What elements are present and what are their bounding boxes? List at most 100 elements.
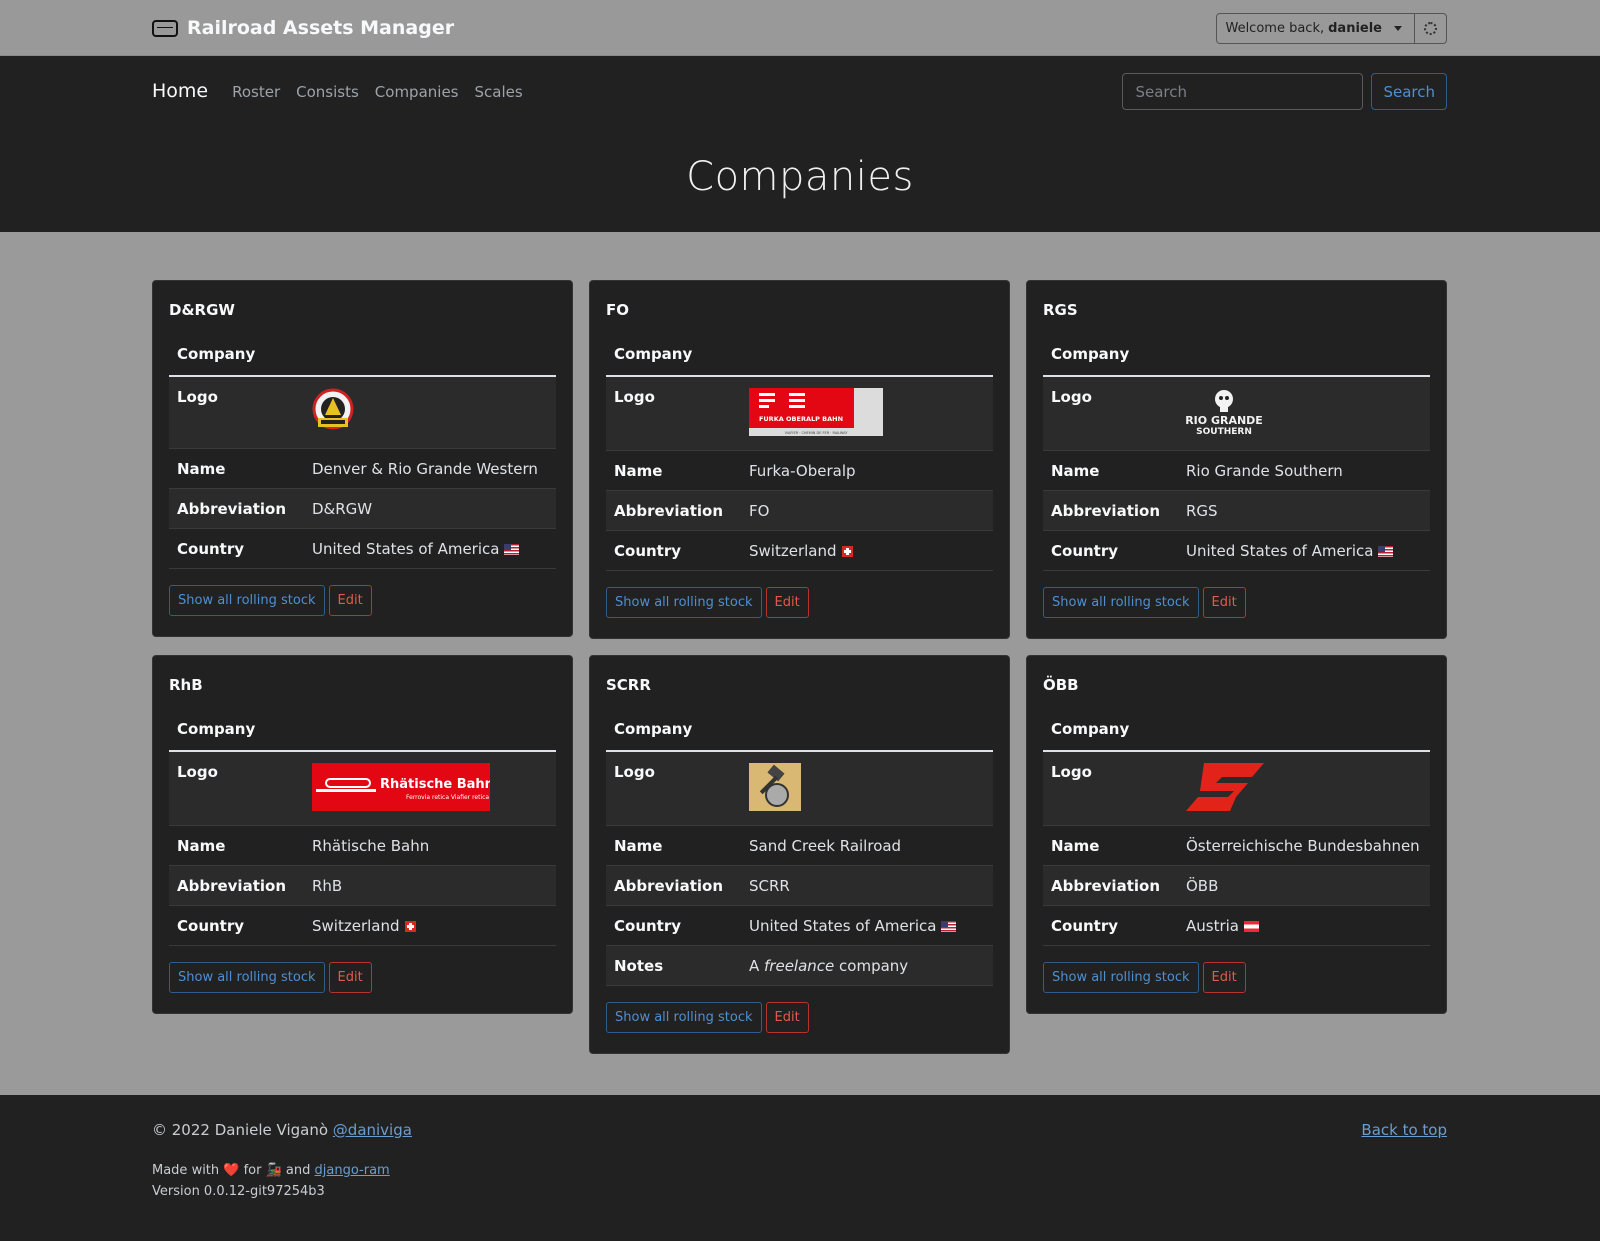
logo-cell <box>1178 751 1430 826</box>
name-label: Name <box>169 448 304 489</box>
company-table: Company Logo Name Österreichische Bundesb… <box>1043 720 1430 946</box>
table-header: Company <box>1043 720 1430 752</box>
abbreviation-value: SCRR <box>741 865 993 906</box>
show-rolling-stock-button[interactable]: Show all rolling stock <box>169 962 325 993</box>
country-value: Switzerland <box>749 542 837 560</box>
abbreviation-value: ÖBB <box>1178 865 1430 906</box>
country-label: Country <box>1043 905 1178 946</box>
show-rolling-stock-button[interactable]: Show all rolling stock <box>1043 962 1199 993</box>
country-value: United States of America <box>749 917 937 935</box>
card-title: RhB <box>169 676 203 694</box>
edit-button[interactable]: Edit <box>328 962 372 993</box>
notes-value: A freelance company <box>741 945 993 986</box>
rgs-logo-sub: SOUTHERN <box>1196 427 1252 436</box>
search-button[interactable]: Search <box>1371 73 1447 110</box>
abbreviation-value: D&RGW <box>304 488 556 529</box>
welcome-text: Welcome back, <box>1225 21 1325 36</box>
back-to-top-link[interactable]: Back to top <box>1361 1121 1447 1139</box>
notes-post: company <box>834 957 909 975</box>
country-label: Country <box>1043 530 1178 571</box>
logo-label: Logo <box>169 751 304 826</box>
logo-label: Logo <box>1043 376 1178 451</box>
logo-cell <box>304 376 556 449</box>
ch-flag-icon <box>404 921 416 932</box>
country-cell: United States of America <box>304 528 556 569</box>
name-value: Rhätische Bahn <box>304 825 556 866</box>
country-value: United States of America <box>312 540 500 558</box>
country-cell: United States of America <box>741 905 993 946</box>
notes-pre: A <box>749 957 765 975</box>
table-header: Company <box>169 720 556 752</box>
rgs-logo: RIO GRANDE SOUTHERN <box>1185 390 1263 437</box>
copyright: © 2022 Daniele Viganò @daniviga <box>152 1121 412 1139</box>
name-label: Name <box>606 825 741 866</box>
django-ram-link[interactable]: django-ram <box>315 1163 390 1178</box>
nav-roster[interactable]: Roster <box>232 83 280 101</box>
ch-flag-icon <box>841 546 853 557</box>
nav-scales[interactable]: Scales <box>475 83 523 101</box>
made-and: and <box>281 1163 315 1178</box>
abbreviation-label: Abbreviation <box>1043 865 1178 906</box>
table-header: Company <box>606 720 993 752</box>
edit-button[interactable]: Edit <box>765 1002 809 1033</box>
rhb-logo-sub: Ferrovia retica Viafier retica <box>406 794 489 801</box>
card-title: ÖBB <box>1043 676 1079 694</box>
card-title: SCRR <box>606 676 651 694</box>
edit-button[interactable]: Edit <box>1202 962 1246 993</box>
abbreviation-label: Abbreviation <box>606 490 741 531</box>
made-pre: Made with <box>152 1163 224 1178</box>
app-title: Railroad Assets Manager <box>187 17 455 39</box>
us-flag-icon <box>941 921 957 932</box>
logo-label: Logo <box>1043 751 1178 826</box>
country-value: Austria <box>1186 917 1239 935</box>
edit-button[interactable]: Edit <box>328 585 372 616</box>
card-title: RGS <box>1043 301 1078 319</box>
page-title: Companies <box>686 154 914 200</box>
show-rolling-stock-button[interactable]: Show all rolling stock <box>1043 587 1199 618</box>
footer: © 2022 Daniele Viganò @daniviga Back to … <box>0 1095 1600 1241</box>
country-label: Country <box>606 530 741 571</box>
abbreviation-value: RGS <box>1178 490 1430 531</box>
abbreviation-label: Abbreviation <box>606 865 741 906</box>
ticket-icon <box>152 19 178 37</box>
edit-button[interactable]: Edit <box>765 587 809 618</box>
fo-logo-text: FURKA OBERALP BAHN <box>759 415 843 423</box>
fo-logo: FURKA OBERALP BAHN VIAFIER · CHEMIN DE F… <box>749 388 883 436</box>
name-value: Denver & Rio Grande Western <box>304 448 556 489</box>
heart-icon: ❤️ <box>223 1163 240 1178</box>
theme-toggle-button[interactable] <box>1415 13 1447 44</box>
notes-label: Notes <box>606 945 741 986</box>
name-value: Rio Grande Southern <box>1178 450 1430 491</box>
name-value: Sand Creek Railroad <box>741 825 993 866</box>
name-value: Furka-Oberalp <box>741 450 993 491</box>
company-card: SCRR Company Logo Name Sand Creek Railroa… <box>589 655 1010 1054</box>
show-rolling-stock-button[interactable]: Show all rolling stock <box>606 1002 762 1033</box>
nav-consists[interactable]: Consists <box>296 83 359 101</box>
show-rolling-stock-button[interactable]: Show all rolling stock <box>606 587 762 618</box>
company-card: RhB Company Logo Rhätische Bahn Ferrovia… <box>152 655 573 1014</box>
search-input[interactable] <box>1122 73 1364 110</box>
logo-cell: RIO GRANDE SOUTHERN <box>1178 376 1430 451</box>
author-link[interactable]: @daniviga <box>333 1121 412 1139</box>
user-name: daniele <box>1328 21 1382 36</box>
caret-down-icon <box>1394 26 1402 31</box>
drgw-logo <box>312 388 354 430</box>
nav-home[interactable]: Home <box>152 80 208 102</box>
notes-em: freelance <box>764 957 835 975</box>
abbreviation-label: Abbreviation <box>169 865 304 906</box>
edit-button[interactable]: Edit <box>1202 587 1246 618</box>
company-table: Company Logo Name Denver & Rio Grande Wes… <box>169 345 556 569</box>
company-card: D&RGW Company Logo Name Denver & Rio Gran… <box>152 280 573 637</box>
company-card: ÖBB Company Logo Name Österreichische Bun… <box>1026 655 1447 1014</box>
country-cell: Austria <box>1178 905 1430 946</box>
nav-companies[interactable]: Companies <box>375 83 459 101</box>
abbreviation-label: Abbreviation <box>169 488 304 529</box>
table-header: Company <box>606 345 993 377</box>
user-menu-button[interactable]: Welcome back, daniele <box>1216 13 1415 44</box>
company-table: Company Logo RIO GRANDE SOUTHERN Name Rio… <box>1043 345 1430 571</box>
name-label: Name <box>1043 825 1178 866</box>
brand[interactable]: Railroad Assets Manager <box>152 17 454 39</box>
show-rolling-stock-button[interactable]: Show all rolling stock <box>169 585 325 616</box>
scrr-logo <box>749 763 801 811</box>
us-flag-icon <box>504 544 520 555</box>
